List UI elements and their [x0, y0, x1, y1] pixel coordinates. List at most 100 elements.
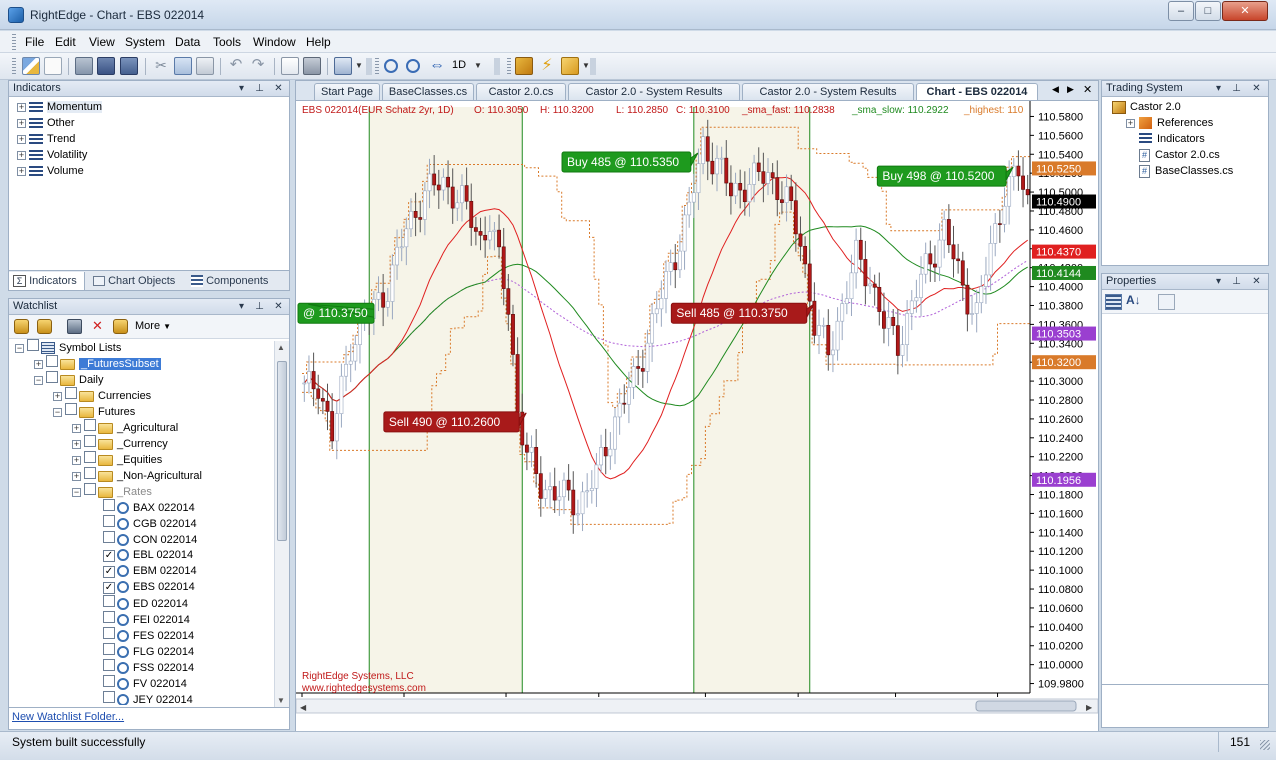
checkbox[interactable]: ✓ [103, 566, 115, 578]
panel-close-icon[interactable]: ✕ [272, 82, 285, 95]
checkbox[interactable] [103, 595, 115, 607]
scroll-thumb[interactable] [277, 361, 287, 541]
collapse-icon[interactable]: − [15, 344, 24, 353]
tab-chart-objects[interactable]: Chart Objects [89, 272, 185, 290]
panel-close-icon[interactable]: ✕ [272, 300, 285, 313]
symbol-item[interactable]: JEY 022014 [9, 691, 289, 705]
menu-data[interactable]: Data [175, 35, 200, 49]
delete-icon[interactable]: ✕ [90, 319, 105, 334]
panel-dropdown-icon[interactable]: ▾ [235, 300, 248, 313]
folder-item[interactable]: − Daily [9, 371, 289, 387]
panel-dropdown-icon[interactable]: ▾ [1212, 275, 1225, 288]
symbol-item[interactable]: FLG 022014 [9, 643, 289, 659]
symbol-item[interactable]: ✓ EBS 022014 [9, 579, 289, 595]
watchlist-scrollbar[interactable]: ▲ ▼ [274, 341, 289, 707]
symbol-item[interactable]: FES 022014 [9, 627, 289, 643]
menu-tools[interactable]: Tools [213, 35, 241, 49]
save-watchlist-icon[interactable] [67, 319, 82, 334]
period-selector[interactable]: 1D [452, 59, 466, 71]
categorized-icon[interactable] [1105, 294, 1122, 310]
menu-file[interactable]: File [25, 35, 44, 49]
folder-item[interactable]: − Futures [9, 403, 289, 419]
expand-icon[interactable]: + [34, 360, 43, 369]
checkbox[interactable] [103, 611, 115, 623]
checkbox[interactable] [103, 643, 115, 655]
symbol-item[interactable]: FEI 022014 [9, 611, 289, 627]
save-icon[interactable] [75, 57, 93, 75]
price-chart[interactable]: 110.5800110.5600110.5400110.5200110.5000… [296, 101, 1098, 731]
undo-icon[interactable]: ↶ [227, 57, 245, 75]
expand-icon[interactable]: + [72, 440, 81, 449]
alphabetical-sort-icon[interactable]: A↓ [1126, 293, 1141, 307]
checkbox[interactable] [46, 355, 58, 367]
chart-horizontal-scrollbar[interactable] [296, 698, 1098, 714]
panel-close-icon[interactable]: ✕ [1250, 82, 1263, 95]
resize-grip-icon[interactable] [1260, 740, 1270, 750]
checkbox[interactable] [84, 419, 96, 431]
system-icon[interactable] [515, 57, 533, 75]
expand-icon[interactable]: + [72, 472, 81, 481]
period-dropdown-icon[interactable]: ▼ [474, 61, 482, 70]
panel-dropdown-icon[interactable]: ▾ [1212, 82, 1225, 95]
chart-properties-dropdown-icon[interactable]: ▼ [355, 61, 363, 70]
expand-icon[interactable]: + [72, 424, 81, 433]
tab-system-results-1[interactable]: Castor 2.0 - System Results [568, 83, 740, 100]
new-document-icon[interactable] [44, 57, 62, 75]
wizard-icon[interactable] [22, 57, 40, 75]
copy-icon[interactable] [174, 57, 192, 75]
checkbox[interactable] [103, 627, 115, 639]
checkbox[interactable] [65, 403, 77, 415]
zoom-out-icon[interactable] [406, 59, 420, 73]
symbol-item[interactable]: FSS 022014 [9, 659, 289, 675]
indicator-category[interactable]: + Volatility [17, 147, 289, 163]
scroll-down-icon[interactable]: ▼ [277, 696, 285, 705]
system-child[interactable]: # Castor 2.0.cs [1112, 147, 1268, 163]
close-button[interactable]: ✕ [1222, 1, 1268, 21]
pin-icon[interactable]: ⊥ [253, 300, 266, 313]
folder-item[interactable]: − Symbol Lists [9, 339, 289, 355]
folder-item[interactable]: + _Currency [9, 435, 289, 451]
checkbox[interactable] [65, 387, 77, 399]
tab-components[interactable]: Components [187, 272, 287, 290]
checkbox[interactable] [103, 659, 115, 671]
chart-properties-icon[interactable] [334, 57, 352, 75]
menu-window[interactable]: Window [253, 35, 296, 49]
buy-trade-marker[interactable]: @ 110.3750 [297, 302, 375, 324]
new-watchlist-folder-link[interactable]: New Watchlist Folder... [12, 711, 124, 723]
symbol-item[interactable]: CON 022014 [9, 531, 289, 547]
add-symbol-icon[interactable] [14, 319, 29, 334]
tab-chart-ebs[interactable]: Chart - EBS 022014 [916, 83, 1038, 100]
menu-help[interactable]: Help [306, 35, 331, 49]
folder-item[interactable]: + _Agricultural [9, 419, 289, 435]
buy-trade-marker[interactable]: Buy 485 @ 110.5350 [561, 151, 699, 173]
collapse-icon[interactable]: − [72, 488, 81, 497]
scroll-left-icon[interactable]: ◀ [300, 703, 307, 712]
print-icon[interactable] [303, 57, 321, 75]
menu-edit[interactable]: Edit [55, 35, 76, 49]
tab-start-page[interactable]: Start Page [314, 83, 380, 100]
panel-dropdown-icon[interactable]: ▾ [235, 82, 248, 95]
checkbox[interactable] [46, 371, 58, 383]
system-child[interactable]: + References [1112, 115, 1268, 131]
indicator-category[interactable]: + Momentum [17, 99, 289, 115]
checkbox[interactable] [103, 675, 115, 687]
fit-width-icon[interactable]: ⇔ [428, 57, 446, 75]
symbol-item[interactable]: ✓ EBL 022014 [9, 547, 289, 563]
menu-system[interactable]: System [125, 35, 165, 49]
tab-scroll-right-icon[interactable]: ▶ [1067, 84, 1074, 95]
panel-close-icon[interactable]: ✕ [1250, 275, 1263, 288]
system-child[interactable]: Indicators [1112, 131, 1268, 147]
tab-castor-cs[interactable]: Castor 2.0.cs [476, 83, 566, 100]
expand-icon[interactable]: + [17, 135, 26, 144]
buy-trade-marker[interactable]: Buy 498 @ 110.5200 [876, 165, 1014, 187]
expand-icon[interactable]: + [1126, 119, 1135, 128]
checkbox[interactable]: ✓ [103, 582, 115, 594]
checkbox[interactable] [103, 499, 115, 511]
print-preview-icon[interactable] [281, 57, 299, 75]
lightning-icon[interactable]: ⚡ [538, 57, 556, 75]
symbol-item[interactable]: FV 022014 [9, 675, 289, 691]
live-trading-icon[interactable] [561, 57, 579, 75]
redo-icon[interactable]: ↷ [249, 57, 267, 75]
indicator-category[interactable]: + Trend [17, 131, 289, 147]
checkbox[interactable]: ✓ [103, 550, 115, 562]
